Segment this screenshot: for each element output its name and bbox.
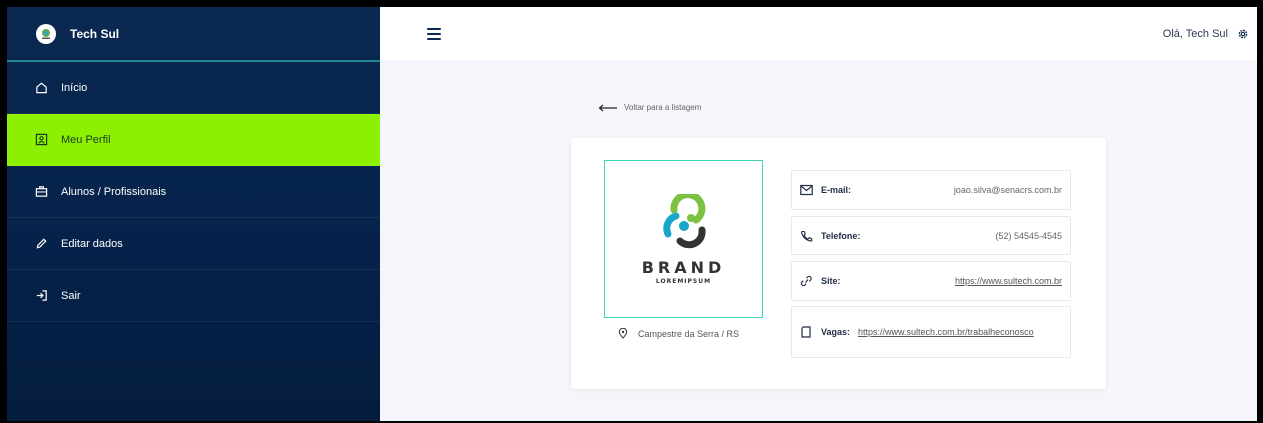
sidebar-nav: Início Meu Perfil Alunos / Profissionais…: [7, 62, 380, 322]
hamburger-menu-icon[interactable]: [427, 27, 441, 40]
phone-value[interactable]: (52) 54545-4545: [995, 231, 1062, 241]
email-label: E-mail:: [821, 185, 852, 195]
back-label: Voltar para a listagem: [624, 103, 702, 112]
phone-label: Telefone:: [821, 230, 861, 241]
briefcase-icon: [35, 186, 48, 197]
gear-icon[interactable]: [1237, 28, 1249, 40]
jobs-link[interactable]: https://www.sultech.com.br/trabalheconos…: [858, 326, 1048, 338]
profile-card: BRAND LOREMIPSUM Campestre da Serra / RS…: [571, 138, 1106, 389]
top-bar: Olá, Tech Sul: [380, 7, 1257, 60]
sidebar: Tech Sul Início Meu Perfil Alunos / Prof…: [7, 7, 380, 421]
sidebar-header: Tech Sul: [7, 7, 380, 62]
site-field: Site: https://www.sultech.com.br: [791, 261, 1071, 301]
sidebar-item-label: Início: [61, 81, 88, 94]
site-label: Site:: [821, 276, 841, 286]
document-icon: [801, 326, 811, 338]
home-icon: [36, 82, 47, 94]
main-content: Olá, Tech Sul Voltar para a listagem BRA…: [380, 7, 1257, 421]
jobs-label: Vagas:: [821, 327, 851, 337]
company-logo: BRAND LOREMIPSUM: [604, 160, 763, 318]
sidebar-item-editar-dados[interactable]: Editar dados: [7, 218, 380, 270]
mail-icon: [800, 184, 813, 196]
email-field: E-mail: joao.silva@senacrs.com.br: [791, 170, 1071, 210]
brand-subtitle: LOREMIPSUM: [655, 277, 712, 285]
brand-logo-icon: [662, 193, 706, 248]
back-to-list-link[interactable]: Voltar para a listagem: [598, 103, 701, 112]
sidebar-item-label: Sair: [61, 289, 81, 302]
phone-field: Telefone: (52) 54545-4545: [791, 216, 1071, 255]
app-logo-icon[interactable]: [36, 23, 56, 44]
profile-icon: [35, 133, 48, 146]
site-link[interactable]: https://www.sultech.com.br: [955, 276, 1062, 286]
map-pin-icon: [618, 328, 628, 339]
pencil-icon: [36, 238, 47, 249]
sidebar-item-sair[interactable]: Sair: [7, 270, 380, 322]
logout-icon: [36, 290, 47, 301]
sidebar-item-inicio[interactable]: Início: [7, 62, 380, 114]
phone-icon: [800, 230, 813, 242]
location-text: Campestre da Serra / RS: [638, 328, 740, 339]
email-value[interactable]: joao.silva@senacrs.com.br: [954, 185, 1062, 195]
location: Campestre da Serra / RS: [618, 328, 739, 339]
sidebar-item-label: Editar dados: [61, 237, 123, 250]
user-greeting: Olá, Tech Sul: [1163, 28, 1249, 40]
sidebar-item-alunos-profissionais[interactable]: Alunos / Profissionais: [7, 166, 380, 218]
sidebar-item-meu-perfil[interactable]: Meu Perfil: [7, 114, 380, 166]
arrow-left-icon: [598, 104, 617, 111]
greeting-text: Olá, Tech Sul: [1162, 27, 1228, 40]
sidebar-item-label: Meu Perfil: [61, 133, 111, 146]
sidebar-item-label: Alunos / Profissionais: [61, 185, 167, 198]
link-icon: [800, 275, 812, 287]
brand-title: BRAND: [641, 257, 726, 277]
jobs-field: Vagas: https://www.sultech.com.br/trabal…: [791, 306, 1071, 358]
app-name: Tech Sul: [70, 26, 120, 41]
